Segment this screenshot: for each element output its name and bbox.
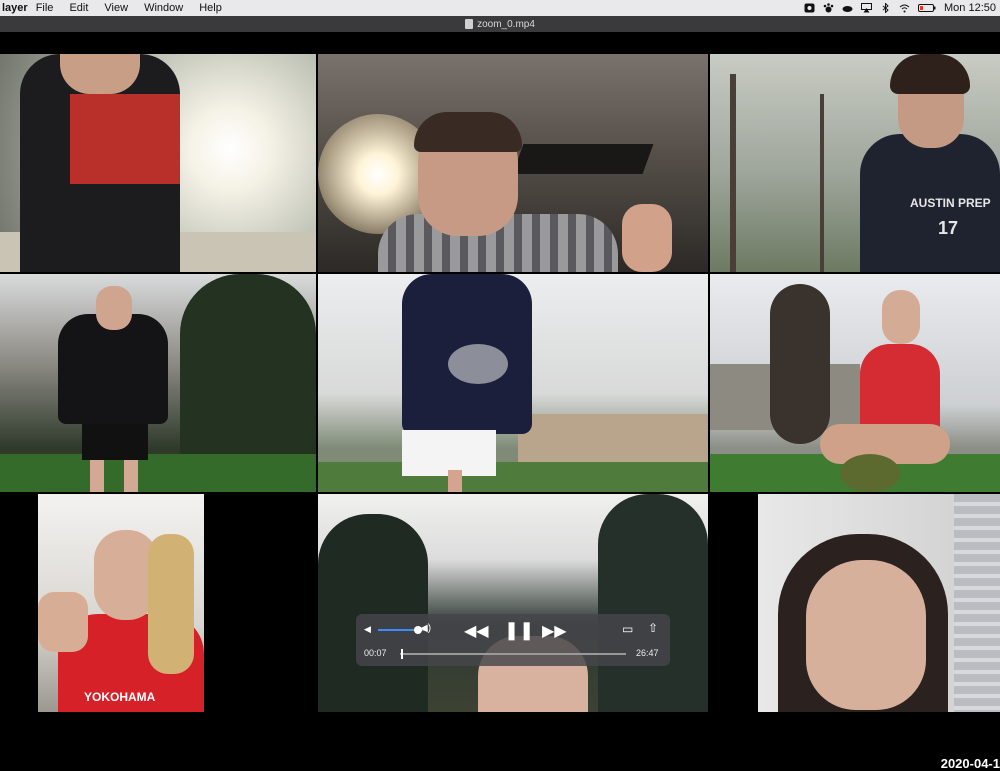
airplay-button-icon[interactable]: ▭ xyxy=(622,622,633,636)
jersey-text-3: AUSTIN PREP xyxy=(910,196,991,210)
scrubber-playhead[interactable] xyxy=(401,649,404,659)
bluetooth-icon[interactable] xyxy=(880,2,891,14)
menu-view[interactable]: View xyxy=(96,2,136,14)
rewind-icon[interactable]: ◀◀ xyxy=(464,621,489,641)
menu-file[interactable]: File xyxy=(28,2,62,14)
video-tile-2 xyxy=(318,54,708,272)
battery-icon[interactable] xyxy=(918,3,936,13)
video-frame[interactable]: AUSTIN PREP 17 YOKOHAMA ◀ ◀) ◀◀ ❚❚ ▶▶ ▭ … xyxy=(0,32,1000,771)
document-icon xyxy=(465,19,474,29)
video-tile-3: AUSTIN PREP 17 xyxy=(710,54,1000,272)
status-area: Mon 12:50 xyxy=(804,0,996,16)
wifi-icon[interactable] xyxy=(899,3,910,13)
volume-low-icon[interactable]: ◀ xyxy=(364,624,371,635)
video-tile-5 xyxy=(318,274,708,492)
share-icon[interactable]: ⇧ xyxy=(648,621,658,635)
video-tile-8 xyxy=(318,494,708,712)
volume-high-icon[interactable]: ◀) xyxy=(420,623,431,634)
jersey-number-3: 17 xyxy=(938,218,959,238)
app-menu[interactable]: layer xyxy=(0,2,28,14)
jersey-text-7: YOKOHAMA xyxy=(84,690,156,704)
menu-edit[interactable]: Edit xyxy=(61,2,96,14)
paw-icon[interactable] xyxy=(823,3,834,13)
playback-controls: ◀ ◀) ◀◀ ❚❚ ▶▶ ▭ ⇧ 00:07 26:47 xyxy=(356,614,670,666)
remaining-time: 26:47 xyxy=(636,648,659,658)
video-tile-6 xyxy=(710,274,1000,492)
fast-forward-icon[interactable]: ▶▶ xyxy=(542,621,567,641)
date-stamp: 2020-04-1 xyxy=(940,756,1000,771)
scrubber-bar[interactable] xyxy=(400,649,626,659)
menu-list: File Edit View Window Help xyxy=(28,2,230,14)
elapsed-time: 00:07 xyxy=(364,648,387,658)
video-tile-1 xyxy=(0,54,316,272)
window-title: zoom_0.mp4 xyxy=(477,18,535,30)
record-icon[interactable] xyxy=(804,3,815,13)
cloud-icon[interactable] xyxy=(842,3,853,13)
video-tile-9 xyxy=(758,494,1000,712)
airplay-icon[interactable] xyxy=(861,3,873,13)
menu-help[interactable]: Help xyxy=(191,2,230,14)
window-title-bar[interactable]: zoom_0.mp4 xyxy=(0,16,1000,32)
menu-bar: layer File Edit View Window Help Mon 12:… xyxy=(0,0,1000,16)
pause-icon[interactable]: ❚❚ xyxy=(504,620,534,641)
video-tile-4 xyxy=(0,274,316,492)
menubar-clock[interactable]: Mon 12:50 xyxy=(944,2,996,14)
volume-fill xyxy=(378,629,418,631)
menu-window[interactable]: Window xyxy=(136,2,191,14)
video-tile-7: YOKOHAMA xyxy=(38,494,204,712)
